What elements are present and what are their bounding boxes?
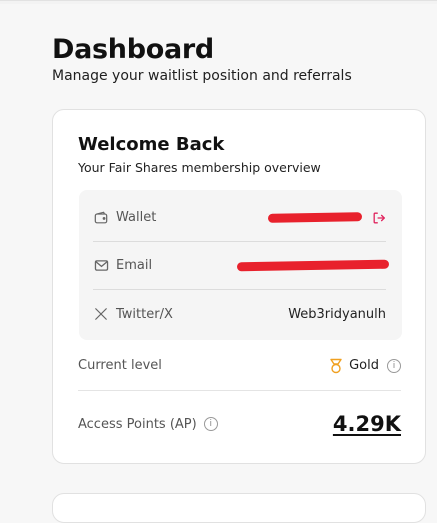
access-points-row: Access Points (AP) i 4.29K [78,399,401,449]
award-icon [329,358,343,374]
x-icon [93,306,109,322]
wallet-label: Wallet [116,210,157,225]
logout-icon[interactable] [372,211,386,225]
access-points-label: Access Points (AP) [78,416,197,432]
current-level-label: Current level [78,358,162,373]
next-card [52,493,426,523]
info-icon[interactable]: i [387,358,401,373]
current-level-value: Gold [349,358,379,373]
email-row: Email [93,242,390,290]
welcome-card: Welcome Back Your Fair Shares membership… [52,109,426,464]
email-value [236,259,390,272]
account-info-box: Wallet Email Twitter/X Web3ridyanulh [79,190,402,340]
current-level-row: Current level Gold i [78,341,401,391]
access-points-value[interactable]: 4.29K [333,412,401,436]
info-icon[interactable]: i [203,417,218,431]
page-subtitle: Manage your waitlist position and referr… [52,68,352,84]
redacted-email-address [236,259,390,272]
twitter-label: Twitter/X [116,306,173,322]
wallet-row: Wallet [93,194,386,242]
twitter-row: Twitter/X Web3ridyanulh [93,290,386,338]
current-level-value-group: Gold i [329,358,401,374]
twitter-handle: Web3ridyanulh [288,306,386,322]
access-points-value-group: 4.29K [333,412,401,436]
top-divider [0,0,437,4]
redacted-wallet-address [267,212,363,223]
email-label: Email [116,258,153,273]
mail-icon [93,258,109,274]
wallet-icon [93,210,109,226]
card-subtitle: Your Fair Shares membership overview [78,160,321,175]
page-title: Dashboard [52,34,214,65]
wallet-value [267,211,386,225]
card-title: Welcome Back [78,134,225,155]
